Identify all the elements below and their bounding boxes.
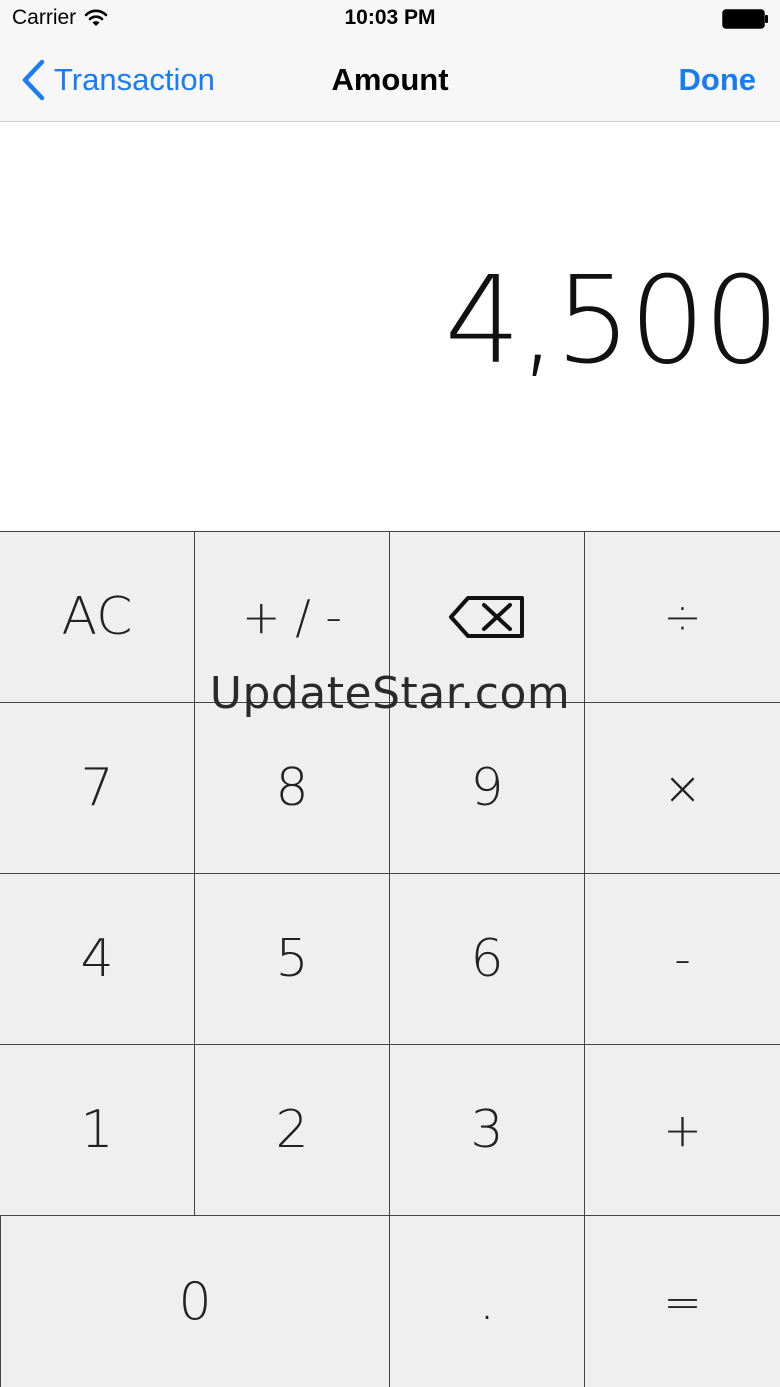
digit-9-button[interactable]: 9 — [390, 703, 585, 874]
calculator-keypad: AC + / - ÷ 7 8 9 × 4 5 6 - 1 2 3 + 0 . = — [0, 531, 780, 1387]
backspace-button[interactable] — [390, 532, 585, 703]
amount-display: 4,500 — [0, 122, 780, 532]
digit-7-label: 7 — [80, 758, 114, 818]
plus-minus-label: + / - — [242, 590, 342, 644]
digit-4-label: 4 — [80, 929, 114, 989]
divide-label: ÷ — [663, 590, 702, 644]
digit-9-label: 9 — [470, 758, 504, 818]
digit-2-label: 2 — [275, 1100, 309, 1160]
minus-label: - — [674, 932, 691, 986]
page-title: Amount — [331, 62, 449, 97]
battery-icon — [722, 9, 768, 29]
digit-4-button[interactable]: 4 — [0, 874, 195, 1045]
multiply-button[interactable]: × — [585, 703, 780, 874]
decimal-label: . — [478, 1272, 496, 1332]
digit-5-label: 5 — [275, 929, 309, 989]
clear-button[interactable]: AC — [0, 532, 195, 703]
digit-5-button[interactable]: 5 — [195, 874, 390, 1045]
equals-label: = — [663, 1275, 702, 1329]
equals-button[interactable]: = — [585, 1216, 780, 1387]
digit-0-label: 0 — [178, 1272, 212, 1332]
digit-8-button[interactable]: 8 — [195, 703, 390, 874]
plus-button[interactable]: + — [585, 1045, 780, 1216]
backspace-icon — [449, 596, 524, 638]
plus-minus-button[interactable]: + / - — [195, 532, 390, 703]
digit-2-button[interactable]: 2 — [195, 1045, 390, 1216]
digit-3-button[interactable]: 3 — [390, 1045, 585, 1216]
digit-6-button[interactable]: 6 — [390, 874, 585, 1045]
digit-1-button[interactable]: 1 — [0, 1045, 195, 1216]
status-bar: Carrier 10:03 PM — [0, 0, 780, 40]
minus-button[interactable]: - — [585, 874, 780, 1045]
status-time: 10:03 PM — [344, 6, 436, 29]
multiply-label: × — [663, 761, 702, 815]
digit-1-label: 1 — [80, 1100, 114, 1160]
amount-value: 4,500 — [444, 252, 780, 391]
clear-button-label: AC — [61, 587, 133, 647]
digit-7-button[interactable]: 7 — [0, 703, 195, 874]
digit-0-button[interactable]: 0 — [0, 1216, 390, 1387]
decimal-button[interactable]: . — [390, 1216, 585, 1387]
plus-label: + — [663, 1103, 702, 1157]
divide-button[interactable]: ÷ — [585, 532, 780, 703]
digit-3-label: 3 — [470, 1100, 504, 1160]
done-button[interactable]: Done — [679, 62, 757, 98]
digit-8-label: 8 — [275, 758, 309, 818]
digit-6-label: 6 — [470, 929, 504, 989]
navigation-bar: Transaction Amount Done — [0, 40, 780, 122]
